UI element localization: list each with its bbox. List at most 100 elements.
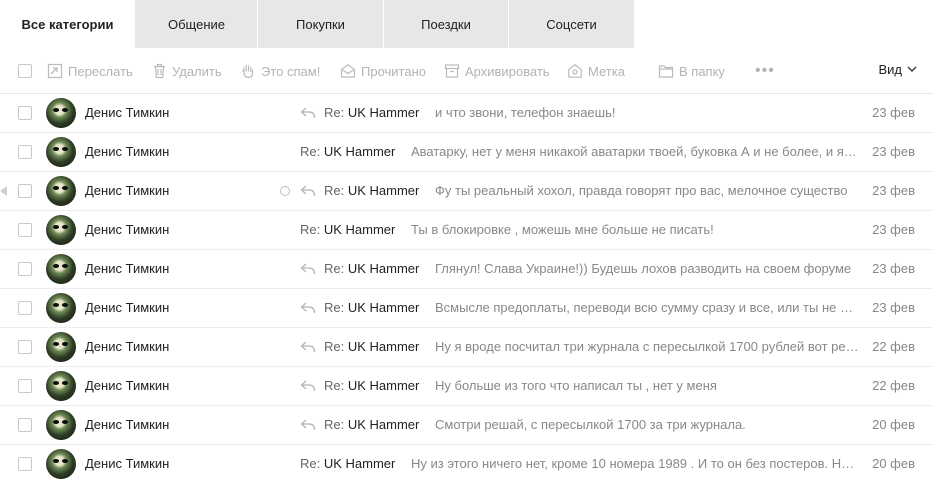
message-subject: Re: UK Hammer — [300, 144, 395, 159]
avatar[interactable] — [46, 293, 76, 323]
message-date: 22 фев — [872, 378, 915, 393]
message-checkbox[interactable] — [18, 262, 32, 276]
message-checkbox[interactable] — [18, 418, 32, 432]
archive-box-icon — [444, 64, 460, 78]
message-checkbox[interactable] — [18, 106, 32, 120]
tab-social[interactable]: Соцсети — [509, 0, 635, 48]
avatar[interactable] — [46, 371, 76, 401]
select-all-checkbox[interactable] — [18, 64, 32, 78]
avatar[interactable] — [46, 410, 76, 440]
avatar[interactable] — [46, 176, 76, 206]
message-row[interactable]: Денис Тимкин Re: UK Hammer Ну я вроде по… — [0, 328, 933, 367]
avatar[interactable] — [46, 137, 76, 167]
reply-arrow-icon — [300, 302, 316, 314]
message-preview: Аватарку, нет у меня никакой аватарки тв… — [411, 144, 860, 159]
message-row[interactable]: Денис Тимкин Re: UK Hammer Всмысле предо… — [0, 289, 933, 328]
message-checkbox[interactable] — [18, 340, 32, 354]
more-actions-button[interactable]: ••• — [755, 62, 775, 80]
forward-icon — [47, 63, 63, 79]
message-checkbox[interactable] — [18, 145, 32, 159]
message-preview: Ты в блокировке , можешь мне больше не п… — [411, 222, 714, 237]
mark-read-button[interactable]: Прочитано — [340, 62, 426, 80]
message-subject: Re: UK Hammer — [324, 378, 419, 393]
reply-prefix: Re: — [324, 378, 345, 393]
folder-icon — [658, 65, 674, 78]
move-to-folder-label: В папку — [679, 63, 725, 79]
message-row[interactable]: Денис Тимкин Re: UK Hammer Глянул! Слава… — [0, 250, 933, 289]
message-row[interactable]: Денис Тимкин Re: UK Hammer Фу ты реальны… — [0, 172, 933, 211]
message-subject: Re: UK Hammer — [324, 105, 419, 120]
avatar[interactable] — [46, 449, 76, 479]
move-to-folder-button[interactable]: В папку — [658, 62, 725, 80]
subject-text: UK Hammer — [347, 300, 420, 315]
message-checkbox[interactable] — [18, 457, 32, 471]
message-date: 22 фев — [872, 339, 915, 354]
subject-text: UK Hammer — [323, 222, 396, 237]
message-date: 20 фев — [872, 417, 915, 432]
reply-indicator — [300, 106, 316, 123]
message-row[interactable]: Денис Тимкин Re: UK Hammer Смотри решай,… — [0, 406, 933, 445]
message-preview: Всмысле предоплаты, переводи всю сумму с… — [435, 300, 860, 315]
message-subject: Re: UK Hammer — [324, 183, 419, 198]
archive-button[interactable]: Архивировать — [444, 62, 550, 80]
message-sender: Денис Тимкин — [85, 300, 170, 315]
chevron-down-icon — [907, 66, 917, 72]
view-dropdown[interactable]: Вид — [878, 62, 917, 77]
message-row[interactable]: Денис Тимкин Re: UK Hammer Ну больше из … — [0, 367, 933, 406]
message-sender: Денис Тимкин — [85, 144, 170, 159]
reply-prefix: Re: — [324, 261, 345, 276]
message-sender: Денис Тимкин — [85, 378, 170, 393]
message-checkbox[interactable] — [18, 184, 32, 198]
subject-text: UK Hammer — [347, 417, 420, 432]
message-subject: Re: UK Hammer — [324, 339, 419, 354]
forward-button[interactable]: Переслать — [47, 62, 133, 80]
avatar[interactable] — [46, 254, 76, 284]
tab-all-categories[interactable]: Все категории — [0, 0, 139, 48]
reply-prefix: Re: — [324, 105, 345, 120]
tab-purchases[interactable]: Покупки — [258, 0, 384, 48]
message-subject: Re: UK Hammer — [300, 222, 395, 237]
spam-label: Это спам! — [261, 63, 321, 79]
archive-label: Архивировать — [465, 63, 550, 79]
message-sender: Денис Тимкин — [85, 261, 170, 276]
message-checkbox[interactable] — [18, 223, 32, 237]
reply-prefix: Re: — [324, 183, 345, 198]
message-checkbox[interactable] — [18, 301, 32, 315]
tab-trips[interactable]: Поездки — [384, 0, 509, 48]
message-preview: Фу ты реальный хохол, правда говорят про… — [435, 183, 848, 198]
reply-indicator — [300, 340, 316, 357]
tab-communication[interactable]: Общение — [136, 0, 258, 48]
toolbar: Переслать Удалить Это спам! Прочитано Ар… — [0, 48, 933, 94]
reply-arrow-icon — [300, 107, 316, 119]
message-row[interactable]: Денис Тимкин Re: UK Hammer и что звони, … — [0, 94, 933, 133]
message-preview: Глянул! Слава Украине!)) Будешь лохов ра… — [435, 261, 852, 276]
view-label: Вид — [878, 62, 902, 77]
message-preview: Ну из этого ничего нет, кроме 10 номера … — [411, 456, 860, 471]
reply-arrow-icon — [300, 185, 316, 197]
message-row[interactable]: Денис Тимкин Re: UK Hammer Аватарку, нет… — [0, 133, 933, 172]
avatar[interactable] — [46, 332, 76, 362]
delete-button[interactable]: Удалить — [152, 62, 222, 80]
subject-text: UK Hammer — [347, 261, 420, 276]
message-preview: Ну я вроде посчитал три журнала с пересы… — [435, 339, 860, 354]
message-subject: Re: UK Hammer — [324, 300, 419, 315]
message-sender: Денис Тимкин — [85, 456, 170, 471]
message-list: Денис Тимкин Re: UK Hammer и что звони, … — [0, 94, 933, 483]
spam-button[interactable]: Это спам! — [240, 62, 320, 80]
message-row[interactable]: Денис Тимкин Re: UK Hammer Ты в блокиров… — [0, 211, 933, 250]
unread-toggle[interactable] — [280, 186, 290, 196]
delete-label: Удалить — [172, 63, 222, 79]
reply-indicator — [300, 418, 316, 435]
message-checkbox[interactable] — [18, 379, 32, 393]
reply-prefix: Re: — [300, 456, 321, 471]
label-button[interactable]: Метка — [567, 62, 625, 80]
message-date: 23 фев — [872, 222, 915, 237]
message-sender: Денис Тимкин — [85, 222, 170, 237]
reply-arrow-icon — [300, 341, 316, 353]
reply-arrow-icon — [300, 380, 316, 392]
reply-arrow-icon — [300, 263, 316, 275]
message-row[interactable]: Денис Тимкин Re: UK Hammer Ну из этого н… — [0, 445, 933, 483]
message-sender: Денис Тимкин — [85, 339, 170, 354]
avatar[interactable] — [46, 215, 76, 245]
avatar[interactable] — [46, 98, 76, 128]
